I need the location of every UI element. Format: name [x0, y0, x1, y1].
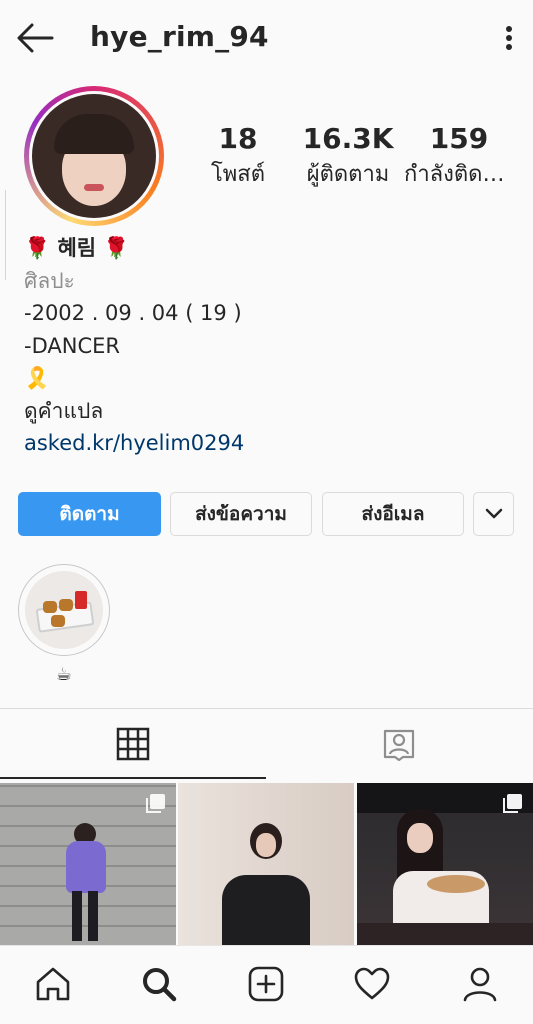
- profile-icon: [463, 967, 497, 1002]
- suggested-accounts-button[interactable]: [473, 492, 514, 536]
- grid-icon: [116, 727, 150, 761]
- posts-count-stat[interactable]: 18 โพสต์: [200, 122, 276, 190]
- avatar: [32, 94, 156, 218]
- posts-grid: [0, 783, 533, 945]
- arrow-left-icon: [17, 23, 54, 53]
- nav-activity[interactable]: [350, 962, 394, 1006]
- posts-count: 18: [218, 122, 258, 155]
- see-translation-link[interactable]: ดูคำแปล: [24, 395, 524, 428]
- top-bar: hye_rim_94: [0, 0, 533, 76]
- more-vertical-icon: [506, 26, 512, 50]
- heart-icon: [354, 967, 390, 1000]
- home-icon: [36, 967, 70, 1001]
- bio-line-ribbon: 🎗️: [24, 366, 51, 390]
- nav-home[interactable]: [31, 962, 75, 1006]
- posts-label: โพสต์: [210, 162, 266, 187]
- following-count-stat[interactable]: 159 กำลังติดตาม: [404, 122, 514, 190]
- highlight-cover-image: [25, 571, 103, 649]
- email-button[interactable]: ส่งอีเมล: [322, 492, 464, 536]
- nav-search[interactable]: [137, 962, 181, 1006]
- story-highlight[interactable]: [18, 564, 110, 656]
- profile-category: ศิลปะ: [24, 268, 75, 293]
- bio-website-link[interactable]: asked.kr/hyelim0294: [24, 427, 524, 460]
- search-icon: [143, 968, 177, 1002]
- post-thumbnail[interactable]: [178, 783, 354, 945]
- add-post-icon: [248, 966, 284, 1002]
- more-options-button[interactable]: [499, 20, 519, 56]
- display-name: 🌹 혜림 🌹: [24, 236, 130, 260]
- post-thumbnail[interactable]: [357, 783, 533, 945]
- bio-line-role: -DANCER: [24, 333, 120, 358]
- multiple-photos-icon: [146, 794, 165, 813]
- following-label: กำลังติดตาม: [404, 162, 514, 187]
- bottom-navigation: [0, 945, 533, 1024]
- screen-edge-handle: [0, 190, 6, 280]
- nav-profile[interactable]: [458, 962, 502, 1006]
- active-tab-indicator: [0, 777, 266, 779]
- nav-add-post[interactable]: [244, 962, 288, 1006]
- followers-count: 16.3K: [302, 122, 394, 155]
- followers-label: ผู้ติดตาม: [306, 162, 390, 187]
- post-thumbnail[interactable]: [0, 783, 176, 945]
- story-highlight-label: ☕: [55, 664, 73, 685]
- message-button-label: ส่งข้อความ: [195, 503, 287, 525]
- back-button[interactable]: [14, 20, 56, 56]
- message-button[interactable]: ส่งข้อความ: [170, 492, 312, 536]
- follow-button[interactable]: ติดตาม: [18, 492, 161, 536]
- followers-count-stat[interactable]: 16.3K ผู้ติดตาม: [300, 122, 396, 190]
- chevron-down-icon: [485, 508, 502, 519]
- tab-posts-grid[interactable]: [0, 709, 266, 779]
- following-count: 159: [429, 122, 489, 155]
- profile-username: hye_rim_94: [90, 20, 269, 53]
- tab-tagged[interactable]: [266, 709, 532, 779]
- profile-avatar-story-ring[interactable]: [24, 86, 164, 226]
- bio-line-birthday: -2002 . 09 . 04 ( 19 ): [24, 301, 242, 325]
- profile-bio: 🌹 혜림 🌹 ศิลปะ -2002 . 09 . 04 ( 19 ) -DAN…: [24, 232, 524, 460]
- tagged-person-icon: [383, 729, 415, 761]
- multiple-photos-icon: [503, 794, 522, 813]
